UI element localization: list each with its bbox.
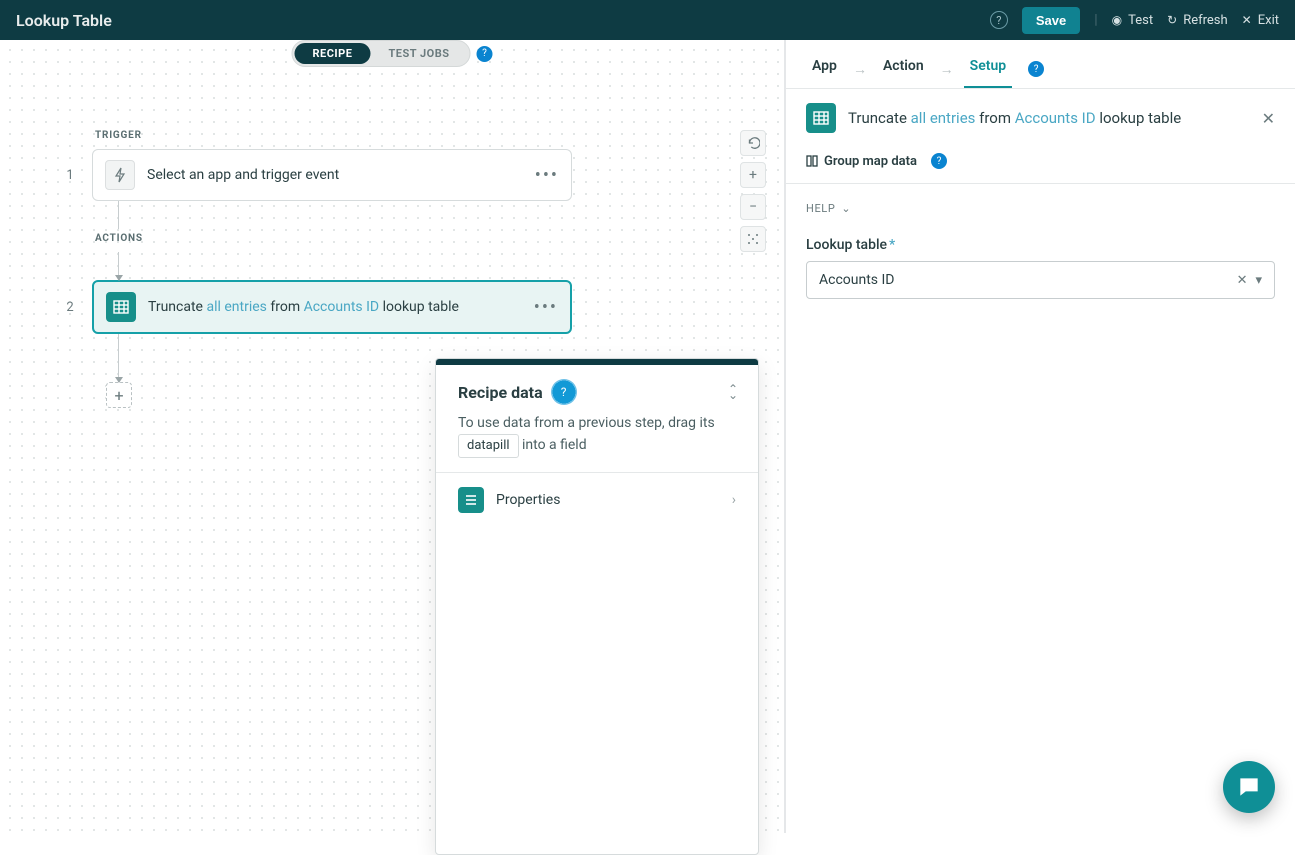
actions-section-label: ACTIONS bbox=[95, 233, 724, 244]
recipe-data-title: Recipe data bbox=[458, 383, 543, 402]
table-icon bbox=[806, 103, 836, 133]
lookup-table-select[interactable]: Accounts ID ✕ ▾ bbox=[806, 261, 1275, 299]
clear-icon[interactable]: ✕ bbox=[1237, 273, 1248, 288]
trigger-step-card[interactable]: Select an app and trigger event ••• bbox=[92, 149, 572, 201]
header-actions: ? Save | ◉ Test ↻ Refresh ✕ Exit bbox=[990, 7, 1279, 34]
tab-recipe[interactable]: RECIPE bbox=[295, 43, 371, 64]
top-header: Lookup Table ? Save | ◉ Test ↻ Refresh ✕… bbox=[0, 0, 1295, 40]
help-icon[interactable]: ? bbox=[931, 153, 947, 169]
mode-toggle: RECIPE TEST JOBS ? bbox=[292, 40, 493, 67]
help-label: HELP bbox=[806, 202, 835, 215]
arrow-right-icon: → bbox=[940, 61, 954, 78]
connector bbox=[118, 201, 119, 229]
chevron-down-icon[interactable]: ▾ bbox=[1255, 273, 1262, 288]
table-icon bbox=[106, 292, 136, 322]
side-tab-setup[interactable]: Setup bbox=[964, 50, 1012, 88]
more-icon[interactable]: ••• bbox=[534, 297, 558, 318]
page-title: Lookup Table bbox=[16, 11, 112, 30]
step-summary: Truncate all entries from Accounts ID lo… bbox=[786, 89, 1295, 147]
refresh-button[interactable]: ↻ Refresh bbox=[1167, 13, 1228, 28]
help-icon[interactable]: ? bbox=[990, 11, 1008, 29]
add-step-button[interactable]: + bbox=[106, 382, 132, 408]
side-panel: App → Action → Setup ? Truncate all entr… bbox=[785, 40, 1295, 833]
canvas[interactable]: RECIPE TEST JOBS ? + − TRIGGER 1 bbox=[0, 40, 785, 833]
lookup-table-label: Lookup table* bbox=[806, 237, 1275, 253]
side-tabs: App → Action → Setup ? bbox=[786, 40, 1295, 89]
close-icon: ✕ bbox=[1242, 13, 1252, 27]
properties-label: Properties bbox=[496, 492, 720, 508]
chevron-right-icon: › bbox=[732, 492, 736, 508]
test-label: Test bbox=[1128, 13, 1153, 28]
mode-help-icon[interactable]: ? bbox=[477, 46, 493, 62]
arrow-right-icon: → bbox=[853, 61, 867, 78]
side-tab-action[interactable]: Action bbox=[877, 50, 930, 88]
recipe-data-desc: To use data from a previous step, drag i… bbox=[436, 409, 758, 473]
chevron-down-icon: ⌄ bbox=[841, 202, 851, 215]
lookup-table-value: Accounts ID bbox=[819, 272, 1229, 288]
test-button[interactable]: ◉ Test bbox=[1112, 13, 1153, 28]
step-number: 1 bbox=[60, 168, 80, 183]
group-map-data-button[interactable]: Group map data bbox=[806, 154, 917, 169]
exit-button[interactable]: ✕ Exit bbox=[1242, 13, 1279, 28]
action-step-text: Truncate all entries from Accounts ID lo… bbox=[148, 299, 522, 315]
properties-icon bbox=[458, 487, 484, 513]
more-icon[interactable]: ••• bbox=[535, 165, 559, 186]
help-icon[interactable]: ? bbox=[551, 379, 577, 405]
group-map-label: Group map data bbox=[824, 154, 917, 169]
tab-test-jobs[interactable]: TEST JOBS bbox=[370, 43, 467, 64]
chat-launcher[interactable] bbox=[1223, 761, 1275, 813]
step-summary-text: Truncate all entries from Accounts ID lo… bbox=[848, 109, 1250, 127]
circle-plus-icon: ◉ bbox=[1112, 13, 1122, 27]
step-number: 2 bbox=[60, 300, 80, 315]
help-toggle[interactable]: HELP ⌄ bbox=[806, 202, 1275, 215]
help-icon[interactable]: ? bbox=[1028, 61, 1044, 77]
connector-arrow bbox=[118, 334, 119, 382]
recipe-data-panel: Recipe data ? ⌃⌄ To use data from a prev… bbox=[435, 358, 759, 855]
refresh-icon: ↻ bbox=[1167, 13, 1177, 27]
datapill-chip: datapill bbox=[458, 434, 519, 458]
action-step-card[interactable]: Truncate all entries from Accounts ID lo… bbox=[92, 280, 572, 334]
connector-arrow bbox=[118, 252, 119, 280]
trigger-icon bbox=[105, 160, 135, 190]
exit-label: Exit bbox=[1258, 13, 1279, 28]
side-tab-app[interactable]: App bbox=[806, 50, 843, 88]
refresh-label: Refresh bbox=[1183, 13, 1227, 28]
properties-row[interactable]: Properties › bbox=[436, 473, 758, 527]
trigger-step-text: Select an app and trigger event bbox=[147, 167, 523, 183]
side-toolbar: Group map data ? bbox=[786, 147, 1295, 184]
expand-collapse-icon[interactable]: ⌃⌄ bbox=[728, 386, 738, 398]
save-button[interactable]: Save bbox=[1022, 7, 1080, 34]
close-icon[interactable]: ✕ bbox=[1262, 109, 1275, 128]
header-divider: | bbox=[1094, 12, 1097, 28]
trigger-section-label: TRIGGER bbox=[95, 130, 724, 141]
